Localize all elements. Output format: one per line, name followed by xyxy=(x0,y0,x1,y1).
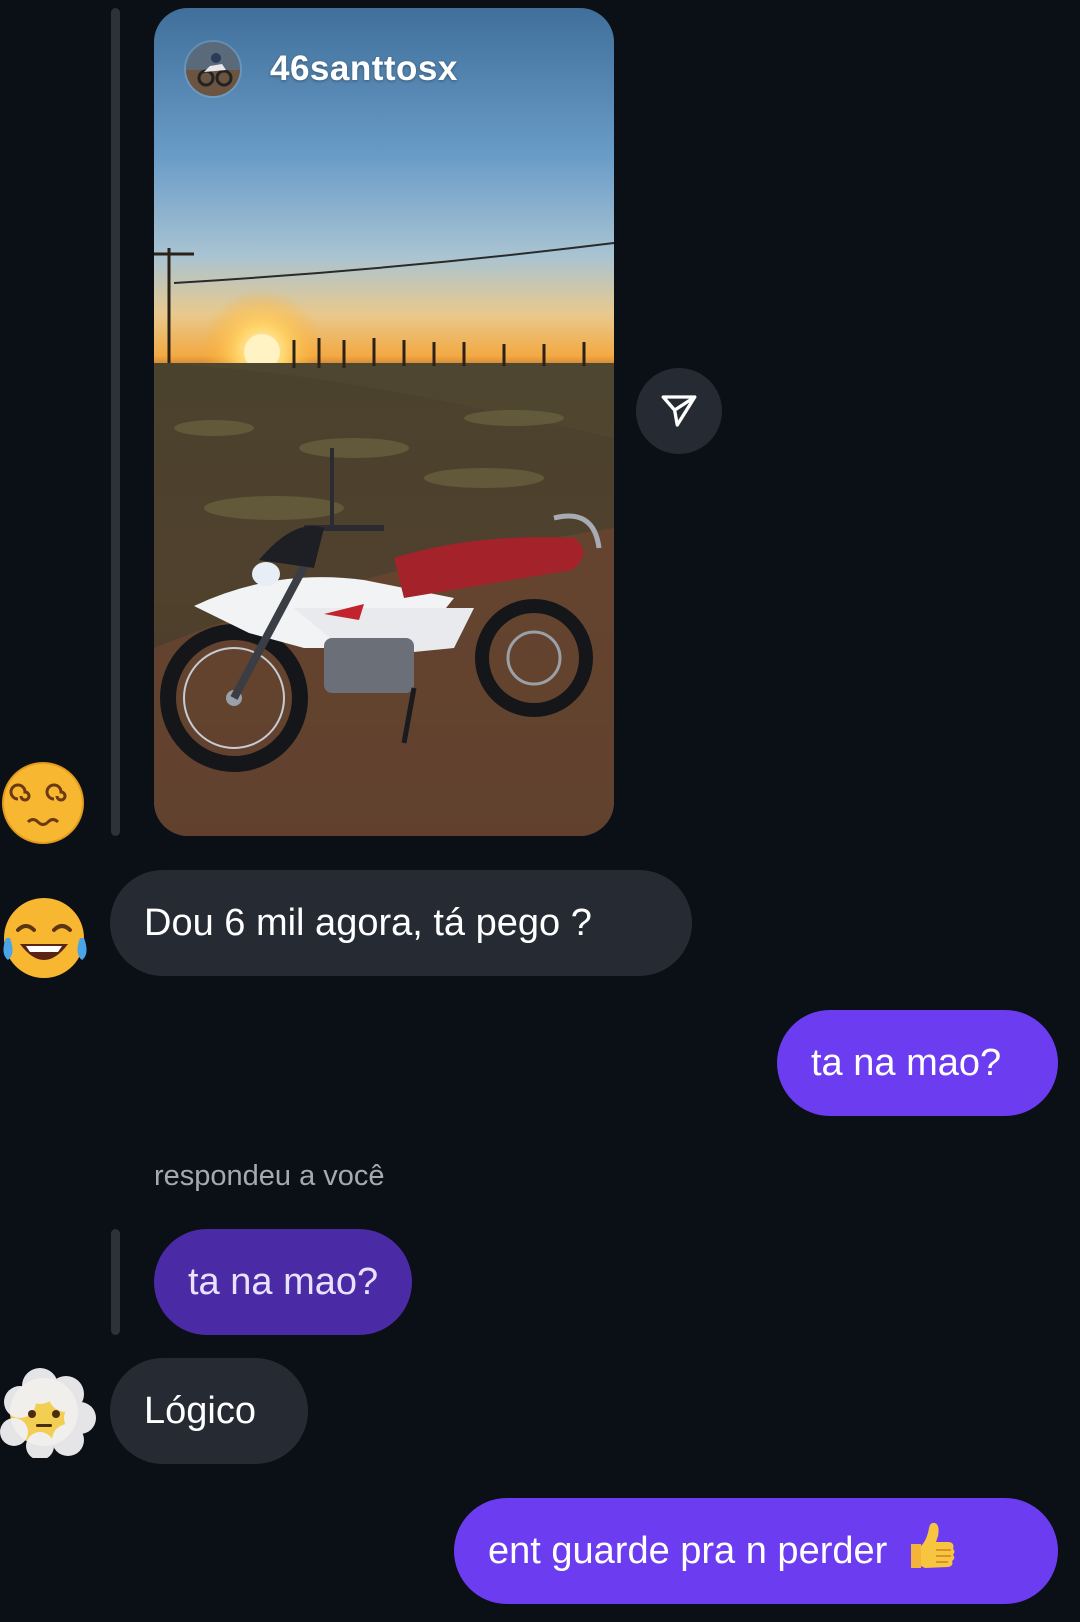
quoted-message-bubble[interactable]: ta na mao? xyxy=(154,1229,412,1335)
reply-quote-bar xyxy=(111,1229,120,1335)
incoming-message-bubble[interactable]: Lógico xyxy=(110,1358,308,1464)
tears-of-joy-emoji xyxy=(0,894,87,980)
story-header[interactable]: 46santtosx xyxy=(184,40,458,98)
message-text: Lógico xyxy=(144,1389,256,1432)
message-text: Dou 6 mil agora, tá pego ? xyxy=(144,901,592,944)
story-reply-card[interactable]: 46santtosx xyxy=(154,8,614,836)
message-text: ta na mao? xyxy=(811,1041,1002,1084)
reply-quote-bar xyxy=(111,8,120,836)
story-username[interactable]: 46santtosx xyxy=(270,49,458,89)
reply-context-label: respondeu a você xyxy=(154,1160,385,1192)
outgoing-message-bubble[interactable]: ta na mao? xyxy=(777,1010,1058,1116)
send-icon xyxy=(661,395,697,427)
story-photo xyxy=(154,8,614,836)
dizzy-face-emoji xyxy=(0,760,86,846)
thumbs-up-emoji xyxy=(903,1518,959,1584)
outgoing-message-bubble[interactable]: ent guarde pra n perder xyxy=(454,1498,1058,1604)
incoming-message-bubble[interactable]: Dou 6 mil agora, tá pego ? xyxy=(110,870,692,976)
quoted-message-text: ta na mao? xyxy=(188,1260,379,1303)
face-in-clouds-emoji xyxy=(0,1362,96,1460)
story-avatar[interactable] xyxy=(184,40,242,98)
share-button[interactable] xyxy=(636,368,722,454)
message-text: ent guarde pra n perder xyxy=(488,1529,888,1572)
